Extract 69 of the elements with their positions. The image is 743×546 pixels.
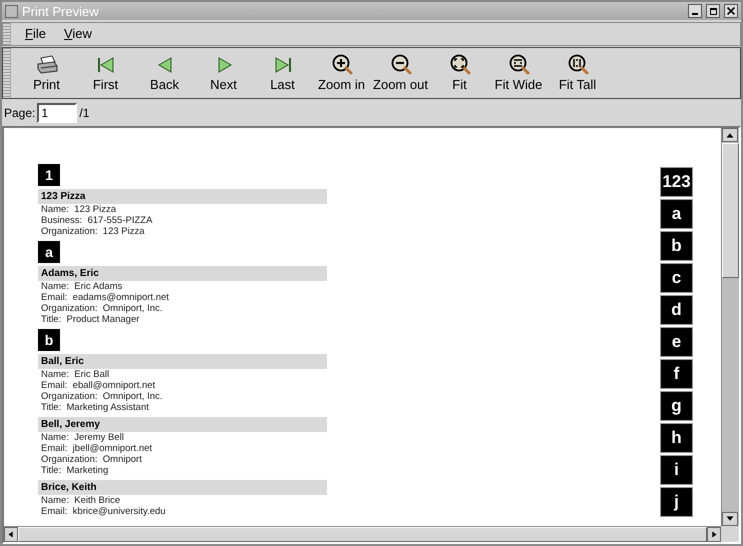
toolbar-button[interactable]: Fit (430, 48, 489, 98)
index-tab[interactable]: j (660, 487, 693, 517)
zoom-fit-height-icon (566, 54, 588, 76)
contact-name-bar: 123 Pizza (38, 189, 327, 204)
window-menu-icon[interactable] (5, 4, 18, 18)
letter-heading: a (38, 241, 60, 263)
contact-detail: Email: eadams@omniport.net (40, 292, 169, 303)
contact-detail: Title: Marketing (40, 465, 108, 476)
contact-detail: Name: Eric Ball (40, 369, 110, 380)
contact-detail: Name: 123 Pizza (40, 204, 116, 215)
contact-detail: Title: Marketing Assistant (40, 402, 149, 413)
printer-icon (36, 54, 58, 76)
scroll-left-icon[interactable] (4, 527, 18, 542)
scroll-right-icon[interactable] (707, 527, 721, 542)
contact-detail: Business: 617-555-PIZZA (40, 215, 152, 226)
index-tab[interactable]: h (660, 423, 693, 453)
toolbar-button[interactable]: Print (17, 48, 76, 98)
contact-name-bar: Adams, Eric (38, 266, 327, 281)
contact-detail: Organization: Omniport, Inc. (40, 391, 162, 402)
contact-detail: Organization: 123 Pizza (40, 226, 145, 237)
toolbar-button[interactable]: Next (194, 48, 253, 98)
toolbar-button[interactable]: Zoom in (312, 48, 371, 98)
page-label: Page: (4, 104, 36, 122)
index-tab[interactable]: 123 (660, 167, 693, 197)
zoom-fit-icon (448, 54, 470, 76)
grip-handle[interactable] (3, 48, 11, 98)
index-tab[interactable]: g (660, 391, 693, 421)
toolbar-button[interactable]: First (76, 48, 135, 98)
scroll-up-icon[interactable] (722, 128, 738, 142)
menu-item[interactable]: View (62, 24, 94, 44)
contact-detail: Email: jbell@omniport.net (40, 443, 152, 454)
index-tab[interactable]: a (660, 199, 693, 229)
letter-heading: b (38, 329, 60, 351)
zoom-out-icon (390, 54, 412, 76)
contact-detail: Name: Eric Adams (40, 281, 122, 292)
page-field[interactable]: 1 (37, 102, 78, 122)
page-total: /1 (79, 104, 90, 122)
index-tab[interactable]: i (660, 455, 693, 485)
contact-detail: Organization: Omniport, Inc. (40, 303, 162, 314)
index-tab[interactable]: d (660, 295, 693, 325)
index-tab[interactable]: f (660, 359, 693, 389)
toolbar-button[interactable]: Back (135, 48, 194, 98)
contact-name-bar: Brice, Keith (38, 480, 327, 495)
toolbar-button[interactable]: Last (253, 48, 312, 98)
maximize-button[interactable] (706, 4, 720, 18)
index-tab[interactable]: e (660, 327, 693, 357)
minimize-button[interactable] (688, 4, 702, 18)
toolbar-button[interactable]: Fit Wide (489, 48, 548, 98)
contact-detail: Email: eball@omniport.net (40, 380, 156, 391)
toolbar-button[interactable]: Zoom out (371, 48, 430, 98)
menu-item[interactable]: File (23, 24, 48, 44)
letter-heading: 1 (38, 164, 60, 186)
zoom-fit-width-icon (508, 54, 530, 76)
window-title: Print Preview (22, 4, 99, 18)
contact-name-bar: Ball, Eric (38, 354, 327, 369)
contact-detail: Name: Jeremy Bell (40, 432, 124, 443)
contact-name-bar: Bell, Jeremy (38, 417, 327, 432)
contact-detail: Title: Product Manager (40, 314, 140, 325)
index-tab[interactable]: b (660, 231, 693, 261)
index-tab[interactable]: c (660, 263, 693, 293)
toolbar-button[interactable]: Fit Tall (548, 48, 607, 98)
contact-detail: Name: Keith Brice (40, 495, 120, 506)
vertical-scrollbar[interactable] (721, 128, 739, 526)
close-button[interactable] (724, 4, 738, 18)
scroll-down-icon[interactable] (722, 512, 738, 526)
grip-handle[interactable] (3, 23, 11, 45)
contact-detail: Email: kbrice@university.edu (40, 506, 166, 517)
contact-detail: Organization: Omniport (40, 454, 142, 465)
zoom-in-icon (330, 54, 352, 76)
